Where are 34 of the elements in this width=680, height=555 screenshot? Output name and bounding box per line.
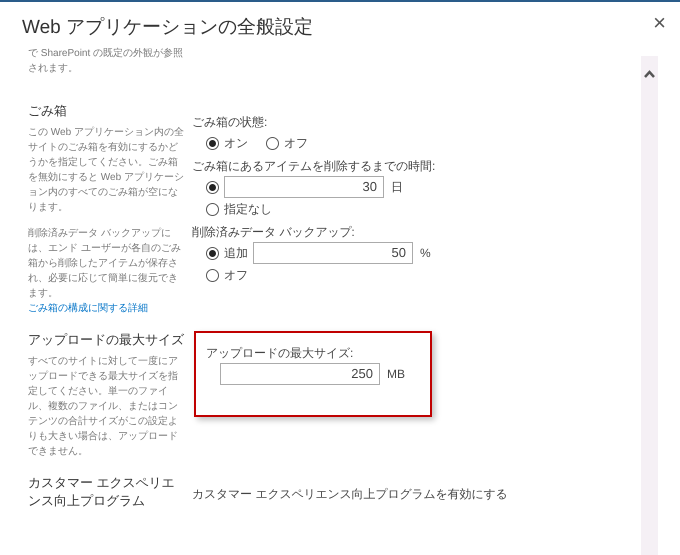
section-description: で SharePoint の既定の外観が参照されます。 bbox=[28, 46, 184, 76]
option-label: 指定なし bbox=[224, 201, 272, 218]
scroll-up-icon[interactable] bbox=[644, 70, 655, 78]
section-heading: アップロードの最大サイズ bbox=[28, 331, 184, 349]
field-label: アップロードの最大サイズ: bbox=[206, 345, 354, 362]
field-label: カスタマー エクスペリエンス向上プログラムを有効にする bbox=[192, 486, 508, 503]
radio-button[interactable] bbox=[266, 136, 279, 150]
section-description: この Web アプリケーション内の全サイトのごみ箱を有効にするかどうかを指定してください。ごみ箱を無効にすると Web アプリケーション内のすべてのごみ箱が空になります。 bbox=[28, 126, 184, 215]
window-title: Web アプリケーションの全般設定 bbox=[22, 16, 314, 40]
option-label: 追加 bbox=[224, 245, 248, 262]
field-label: 削除済みデータ バックアップ: bbox=[192, 224, 356, 241]
number-field[interactable]: 50 bbox=[253, 242, 413, 264]
close-button[interactable]: × bbox=[653, 2, 666, 34]
radio-button[interactable] bbox=[206, 246, 219, 260]
radio-button[interactable] bbox=[206, 202, 219, 216]
radio-button[interactable] bbox=[206, 180, 219, 194]
field-label: ごみ箱にあるアイテムを削除するまでの時間: bbox=[192, 158, 436, 175]
number-field[interactable]: 250 bbox=[220, 363, 380, 385]
section-description: すべてのサイトに対して一度にアップロードできる最大サイズを指定してください。単一のファイル、複数のファイル、またはコンテンツの合計サイズがこの設定よりも大きい場合は、アップロードできません。 bbox=[28, 354, 179, 459]
section-heading: ごみ箱 bbox=[28, 102, 68, 120]
unit-label: % bbox=[420, 245, 431, 262]
option-label: オフ bbox=[284, 135, 308, 152]
scrollbar[interactable] bbox=[641, 56, 658, 555]
unit-label: MB bbox=[387, 366, 405, 383]
radio-button[interactable] bbox=[206, 268, 219, 282]
radio-button[interactable] bbox=[206, 136, 219, 150]
details-link[interactable]: ごみ箱の構成に関する詳細 bbox=[28, 301, 184, 316]
section-description: 削除済みデータ バックアップには、エンド ユーザーが各自のごみ箱から削除したアイテムが保存され、必要に応じて簡単に復元できます。 bbox=[28, 226, 182, 301]
option-label: オン bbox=[224, 135, 248, 152]
option-label: オフ bbox=[224, 267, 248, 284]
field-label: ごみ箱の状態: bbox=[192, 114, 268, 131]
section-heading: カスタマー エクスペリエンス向上プログラム bbox=[28, 474, 176, 510]
number-field[interactable]: 30 bbox=[224, 176, 384, 198]
unit-label: 日 bbox=[391, 179, 403, 196]
